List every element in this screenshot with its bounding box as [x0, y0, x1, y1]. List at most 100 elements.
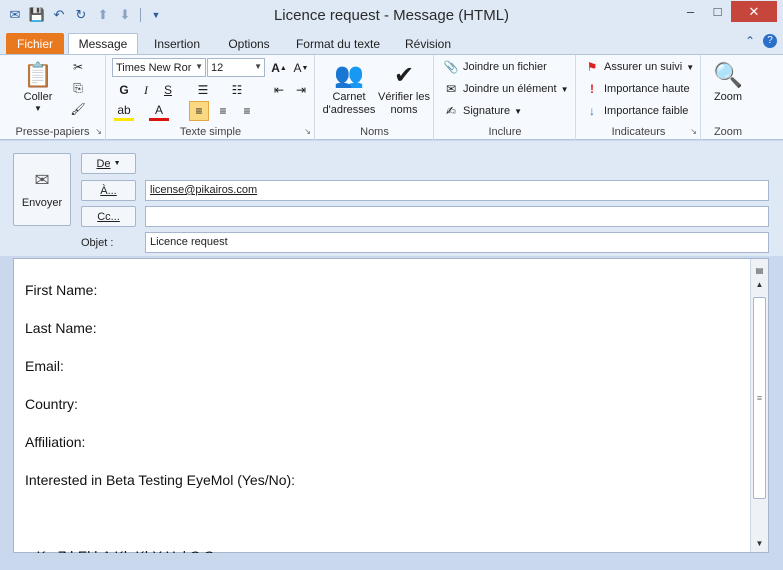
from-label: De [96, 157, 111, 170]
ruler-toggle-icon[interactable]: ▤ [751, 263, 768, 277]
maximize-button[interactable]: □ [704, 1, 731, 22]
format-painter-button[interactable]: 🖌 [70, 101, 86, 117]
bullets-button[interactable]: ☰ [193, 80, 213, 100]
attach-item-button[interactable]: ✉ Joindre un élément ▼ [443, 81, 569, 97]
group-clipboard: 📋 Coller ▼ ✂ ⎘ 🖌 Presse-papiers ↘ [0, 55, 106, 140]
align-right-button[interactable]: ≡ [237, 101, 257, 121]
group-label-basic-text: Texte simple [179, 126, 242, 138]
signature-button[interactable]: ✍ Signature ▼ [443, 103, 522, 119]
paste-label: Coller [23, 91, 53, 103]
shrink-font-button[interactable]: A ▼ [291, 58, 311, 78]
brush-icon: 🖌 [70, 102, 86, 116]
quick-access-toolbar: ✉ 💾 ↶ ↻ ⬆ ⬇ ▼ [6, 6, 165, 24]
body-line [25, 499, 295, 537]
zoom-button[interactable]: 🔍 Zoom [706, 59, 750, 104]
highlight-button[interactable]: ab [114, 101, 134, 121]
numbering-button[interactable]: ☷ [227, 80, 247, 100]
cc-field[interactable] [145, 206, 769, 227]
chevron-down-icon: ▼ [195, 62, 203, 71]
body-line: Interested in Beta Testing EyeMol (Yes/N… [25, 472, 296, 488]
cc-label: Cc... [97, 210, 120, 223]
tab-format-text[interactable]: Format du texte [288, 33, 388, 54]
group-tags: ⚑ Assurer un suivi ▼ ! Importance haute ↓ Im… [577, 55, 701, 140]
group-zoom: 🔍 Zoom Zoom [702, 55, 754, 140]
to-recipient: license@pikairos.com [150, 184, 258, 196]
redo-icon[interactable]: ↻ [72, 6, 90, 24]
flag-icon: ⚑ [586, 60, 598, 74]
dialog-launcher-icon[interactable]: ↘ [690, 127, 697, 136]
high-importance-button[interactable]: ! Importance haute [584, 81, 690, 97]
follow-up-button[interactable]: ⚑ Assurer un suivi ▼ [584, 59, 695, 75]
scroll-thumb[interactable]: ≡ [753, 297, 766, 499]
message-header: ✉ Envoyer De ▼ À... license@pikairos.com… [0, 141, 783, 256]
customize-qat-icon[interactable]: ▼ [147, 6, 165, 24]
vertical-scrollbar[interactable]: ▤ ▲ ≡ ▼ [750, 259, 768, 552]
undo-icon[interactable]: ↶ [50, 6, 68, 24]
minimize-ribbon-icon[interactable]: ⌃ [745, 34, 755, 48]
font-size-combo[interactable]: 12 ▼ [207, 58, 265, 77]
signature-label: Signature [463, 105, 511, 117]
ribbon: 📋 Coller ▼ ✂ ⎘ 🖌 Presse-papiers ↘ Times … [0, 54, 783, 140]
attach-file-button[interactable]: 📎 Joindre un fichier [443, 59, 547, 75]
scroll-up-icon[interactable]: ▲ [751, 277, 768, 291]
group-names: 👥 Carnet d'adresses ✔ Vérifier les noms … [316, 55, 434, 140]
up-icon[interactable]: ⬆ [94, 6, 112, 24]
italic-button[interactable]: I [136, 80, 156, 100]
send-button[interactable]: ✉ Envoyer [13, 153, 71, 226]
dialog-launcher-icon[interactable]: ↘ [95, 127, 102, 136]
window-controls: – □ ✕ [677, 1, 777, 22]
scroll-down-icon[interactable]: ▼ [751, 536, 768, 550]
font-name-combo[interactable]: Times New Ror ▼ [112, 58, 206, 77]
message-body[interactable]: First Name: Last Name: Email: Country: A… [13, 258, 769, 564]
save-icon[interactable]: 💾 [28, 6, 46, 24]
chevron-down-icon: ▼ [34, 104, 42, 113]
increase-indent-button[interactable]: ⇥ [291, 80, 311, 100]
cut-button[interactable]: ✂ [70, 59, 86, 75]
align-left-button[interactable]: ≡ [189, 101, 209, 121]
copy-button[interactable]: ⎘ [70, 80, 86, 96]
underline-button[interactable]: S [158, 80, 178, 100]
body-line: First Name: [25, 282, 98, 298]
send-label: Envoyer [21, 197, 63, 209]
envelope-icon: ✉ [445, 82, 457, 96]
group-label-clipboard: Presse-papiers [15, 126, 90, 138]
tab-message[interactable]: Message [68, 33, 138, 54]
attach-file-label: Joindre un fichier [463, 61, 547, 73]
low-importance-button[interactable]: ↓ Importance faible [584, 103, 688, 119]
address-book-button[interactable]: 👥 Carnet d'adresses [320, 59, 378, 117]
outlook-app-icon[interactable]: ✉ [6, 6, 24, 24]
check-names-button[interactable]: ✔ Vérifier les noms [378, 59, 430, 117]
tab-file[interactable]: Fichier [6, 33, 64, 54]
down-icon[interactable]: ⬇ [116, 6, 134, 24]
ribbon-help-controls: ⌃ ? [745, 34, 777, 48]
cc-button[interactable]: Cc... [81, 206, 136, 227]
window-bottom-edge [0, 553, 783, 570]
close-button[interactable]: ✕ [731, 1, 777, 22]
tab-review[interactable]: Révision [396, 33, 460, 54]
subject-field[interactable]: Licence request [145, 232, 769, 253]
font-color-button[interactable]: A [149, 101, 169, 121]
from-button[interactable]: De ▼ [81, 153, 136, 174]
signature-icon: ✍ [445, 104, 457, 118]
group-label-include: Inclure [488, 126, 522, 138]
zoom-label: Zoom [713, 91, 743, 103]
to-field[interactable]: license@pikairos.com [145, 180, 769, 201]
body-line: Email: [25, 358, 64, 374]
minimize-button[interactable]: – [677, 1, 704, 22]
grow-font-button[interactable]: A ▲ [269, 58, 289, 78]
tab-insert[interactable]: Insertion [142, 33, 212, 54]
align-center-button[interactable]: ≡ [213, 101, 233, 121]
paste-button[interactable]: 📋 Coller ▼ [8, 59, 68, 114]
to-button[interactable]: À... [81, 180, 136, 201]
tab-options[interactable]: Options [216, 33, 282, 54]
check-names-icon: ✔ [393, 61, 415, 89]
help-icon[interactable]: ? [763, 34, 777, 48]
address-book-label: Carnet d'adresses [322, 91, 376, 116]
chevron-down-icon: ▼ [113, 160, 121, 167]
dialog-launcher-icon[interactable]: ↘ [304, 127, 311, 136]
exclamation-icon: ! [590, 82, 594, 96]
decrease-indent-button[interactable]: ⇤ [269, 80, 289, 100]
down-arrow-icon: ↓ [589, 104, 595, 118]
bold-button[interactable]: G [114, 80, 134, 100]
scissors-icon: ✂ [72, 60, 84, 74]
